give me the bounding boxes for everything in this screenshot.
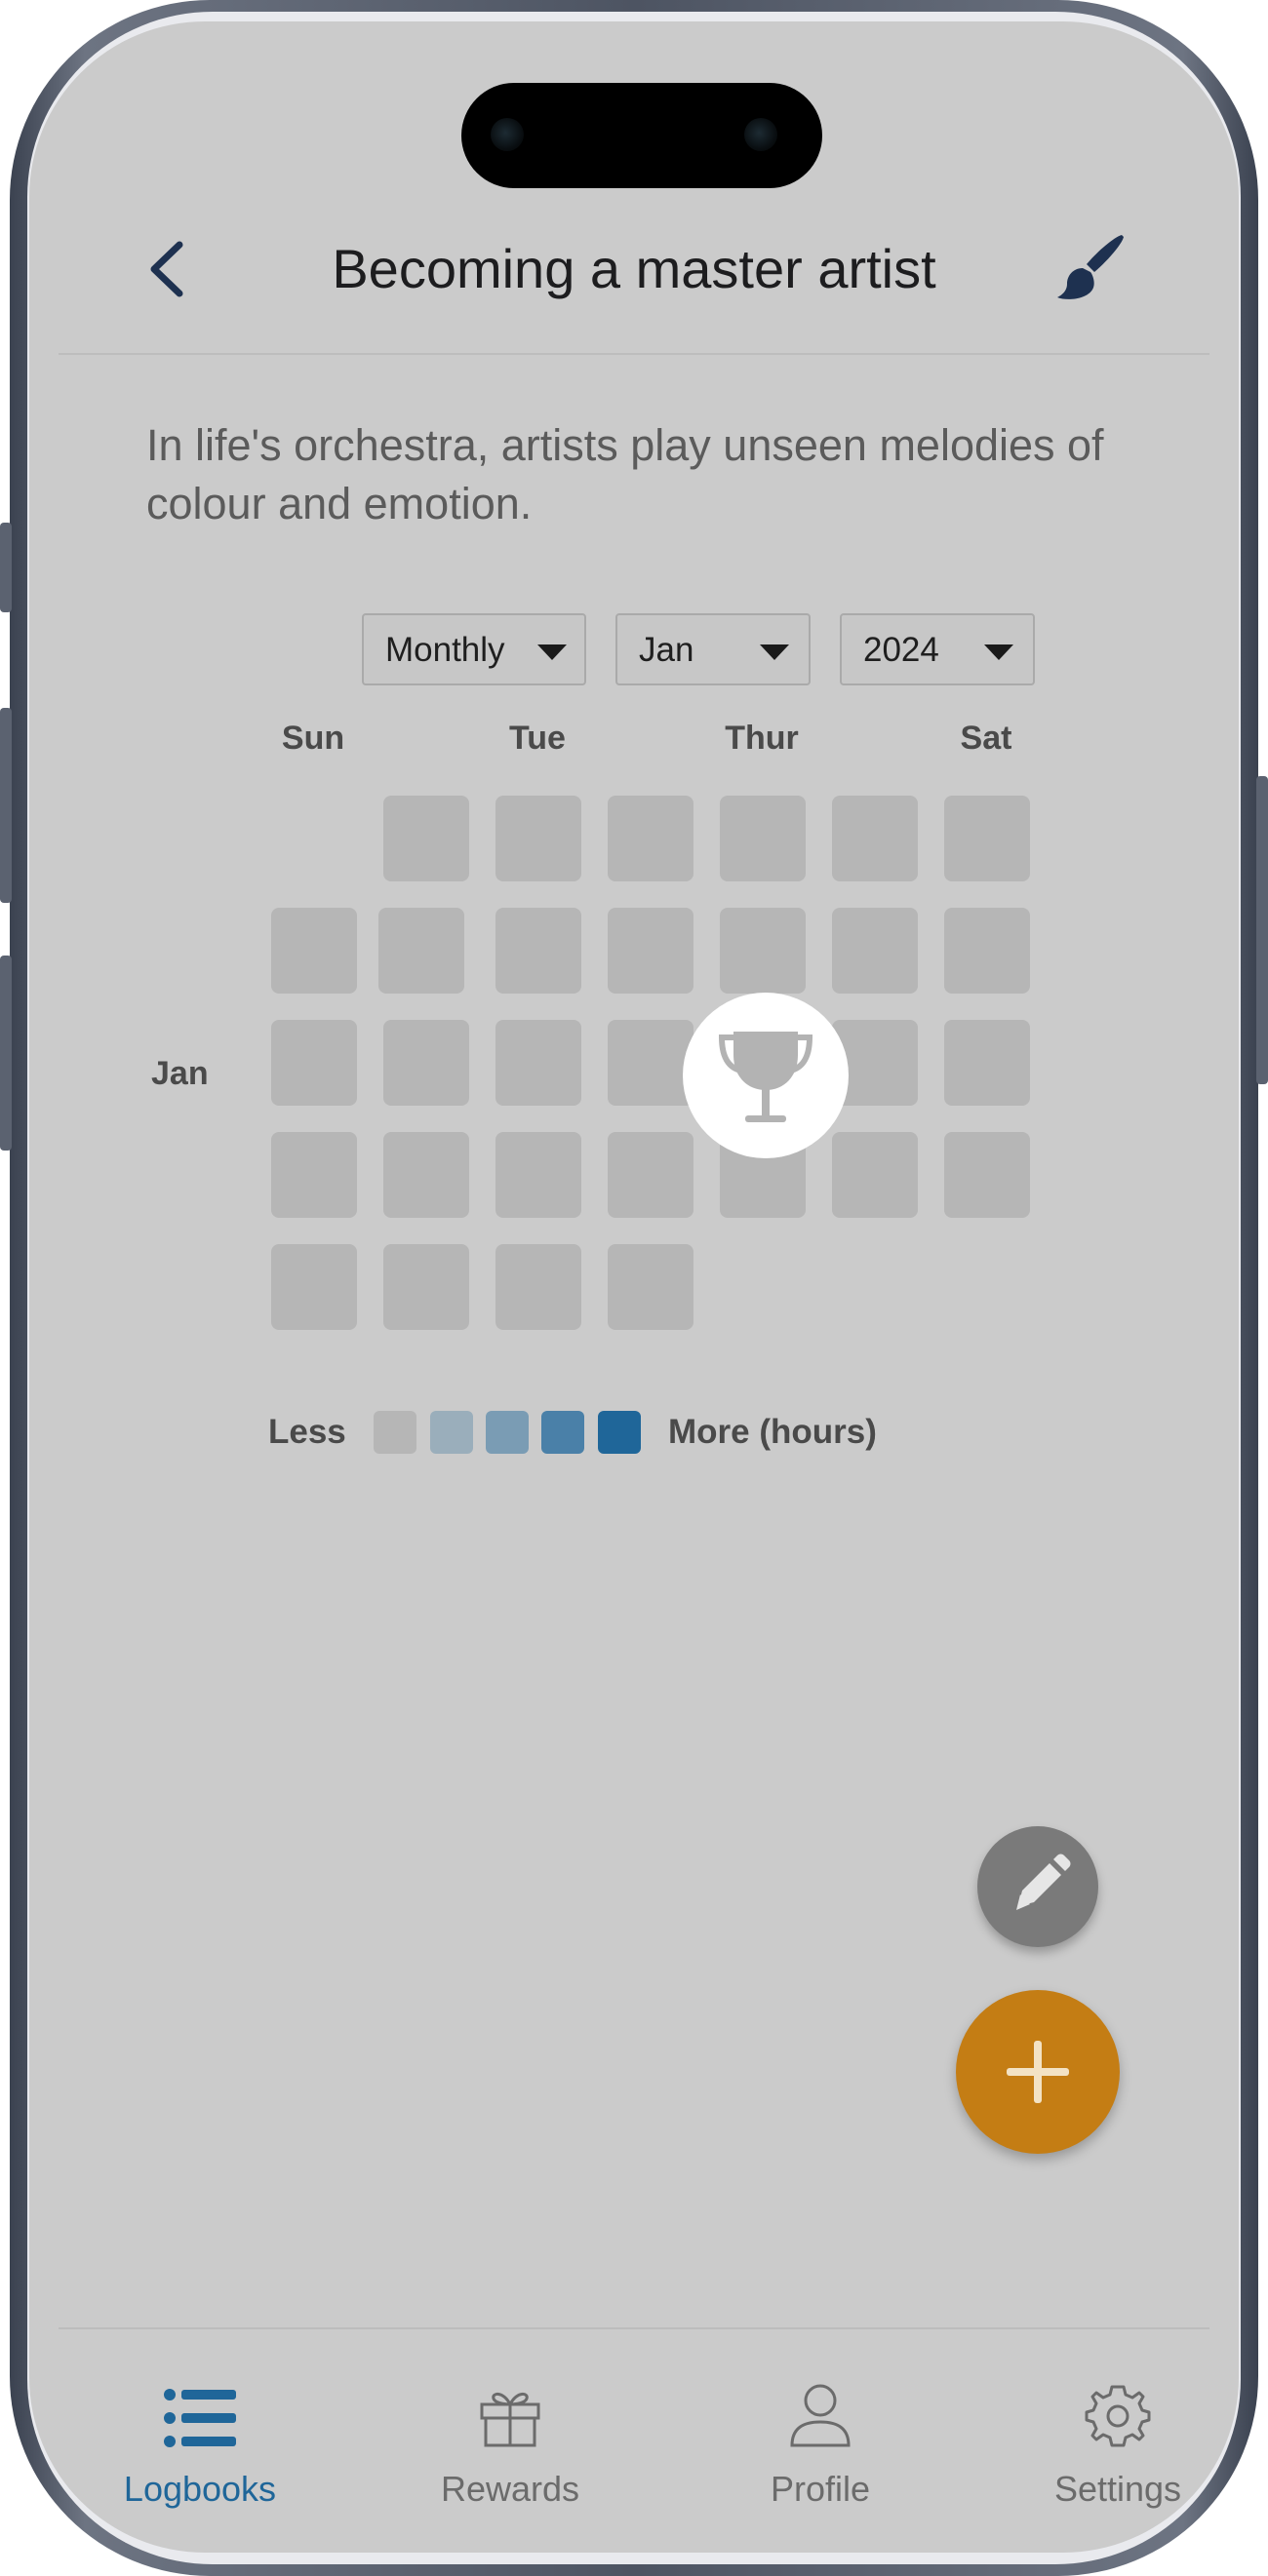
period-select[interactable]: Monthly [362,613,586,685]
caret-down-icon [537,644,567,660]
weekday-label-thur: Thur [725,720,799,757]
camera-lens [744,118,777,151]
nav-label-profile: Profile [770,2469,871,2509]
gift-icon [480,2393,540,2447]
heatmap-day-cell[interactable] [495,1020,581,1106]
plus-icon [1007,2041,1069,2103]
year-select[interactable]: 2024 [840,613,1035,685]
heatmap-day-cell[interactable] [378,908,464,994]
app-screen: Becoming a master artist In life's orche… [29,21,1239,2553]
edit-entry-button[interactable] [977,1826,1098,1947]
power-button [1256,776,1268,1084]
heatmap-day-cell[interactable] [271,1132,357,1218]
paint-brush-icon [1057,235,1124,299]
heatmap-day-cell[interactable] [944,1020,1030,1106]
camera-sensor [491,118,524,151]
heatmap-day-cell[interactable] [944,908,1030,994]
legend-swatch [430,1411,473,1454]
caret-down-icon [984,644,1013,660]
gear-icon [1085,2385,1151,2447]
heatmap-day-cell[interactable] [383,1132,469,1218]
nav-divider [59,2327,1209,2329]
nav-item-logbooks[interactable]: Logbooks [83,2379,317,2525]
heatmap-day-cell[interactable] [495,908,581,994]
heatmap-day-cell[interactable] [495,1132,581,1218]
dynamic-island [461,83,822,188]
trophy-icon [718,1032,813,1122]
nav-label-settings: Settings [1053,2469,1182,2509]
logbook-quote: In life's orchestra, artists play unseen… [146,420,1104,528]
heatmap-day-cell[interactable] [608,1132,693,1218]
heatmap-day-cell[interactable] [832,796,918,881]
legend-swatch [541,1411,584,1454]
nav-label-logbooks: Logbooks [123,2469,277,2509]
header-divider [59,353,1209,355]
nav-label-rewards: Rewards [440,2469,580,2509]
nav-item-profile[interactable]: Profile [703,2379,937,2525]
legend-swatch [598,1411,641,1454]
heatmap-day-cell[interactable] [495,1244,581,1330]
top-bar: Becoming a master artist [29,210,1239,327]
page-title: Becoming a master artist [332,238,936,299]
volume-up-button [0,708,12,903]
heatmap-day-cell[interactable] [383,796,469,881]
weekday-label-sat: Sat [960,720,1012,757]
heatmap-day-cell[interactable] [495,796,581,881]
nav-item-rewards[interactable]: Rewards [393,2379,627,2525]
nav-item-settings[interactable]: Settings [1001,2379,1235,2525]
heatmap-day-cell[interactable] [944,1132,1030,1218]
heatmap-day-cell[interactable] [608,1020,693,1106]
heatmap-day-cell[interactable] [720,908,806,994]
legend-more-label: More (hours) [668,1413,877,1451]
heatmap-day-cell[interactable] [944,796,1030,881]
heatmap-day-cell[interactable] [271,908,357,994]
weekday-label-sun: Sun [281,720,345,757]
heatmap-day-cell[interactable] [608,1244,693,1330]
heatmap-day-cell[interactable] [271,1244,357,1330]
volume-down-button [0,956,12,1151]
weekday-label-tue: Tue [509,720,566,757]
back-button[interactable] [137,235,205,303]
legend-swatch [374,1411,416,1454]
customize-button[interactable] [1053,231,1128,305]
year-select-value: 2024 [863,631,939,669]
heatmap-day-cell[interactable] [383,1020,469,1106]
add-entry-button[interactable] [956,1990,1120,2154]
chevron-left-icon [150,241,183,297]
caret-down-icon [760,644,789,660]
action-button [0,523,12,612]
heatmap-day-cell[interactable] [271,1020,357,1106]
month-row-label: Jan [151,1055,209,1092]
heatmap-day-cell[interactable] [608,796,693,881]
month-select-value: Jan [639,631,694,669]
pencil-icon [1016,1854,1071,1910]
trophy-badge [683,993,849,1158]
heatmap-day-cell[interactable] [720,796,806,881]
legend-swatch [486,1411,529,1454]
legend-less-label: Less [268,1413,346,1451]
heatmap-day-cell[interactable] [383,1244,469,1330]
period-select-value: Monthly [385,631,505,669]
user-icon [790,2384,851,2447]
month-select[interactable]: Jan [615,613,811,685]
list-icon [164,2389,236,2447]
heatmap-day-cell[interactable] [608,908,693,994]
heatmap-day-cell[interactable] [832,908,918,994]
